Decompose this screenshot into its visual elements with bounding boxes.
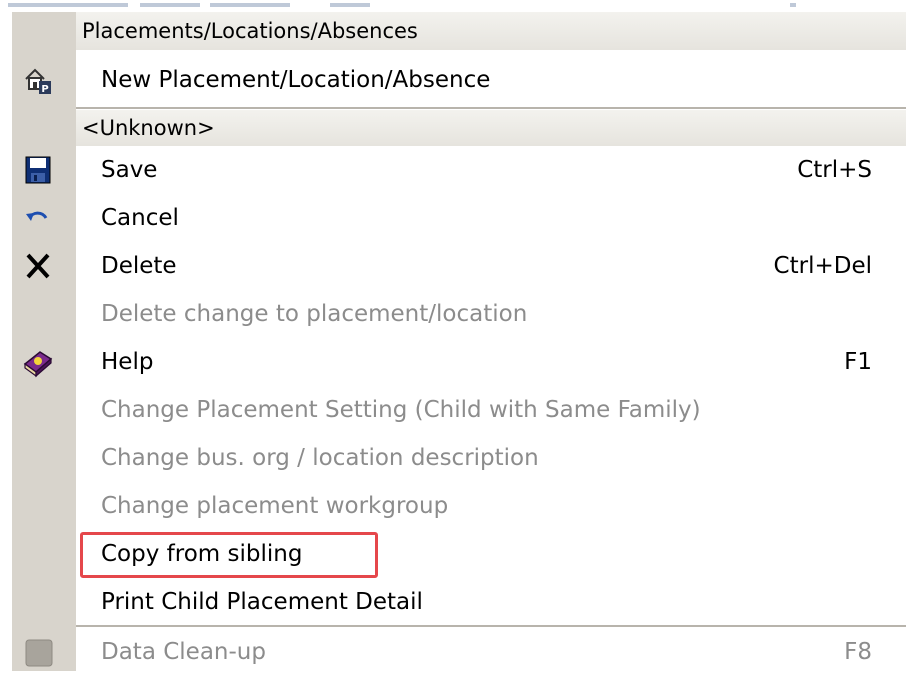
menu-item-save-label: Save <box>101 157 158 183</box>
menu-item-change-bus-org-label: Change bus. org / location description <box>101 445 539 471</box>
menu-item-change-workgroup-label: Change placement workgroup <box>101 493 449 519</box>
gray-square-icon <box>20 634 56 670</box>
menu-item-delete-change-label: Delete change to placement/location <box>101 301 528 327</box>
undo-icon <box>20 200 56 236</box>
menu-item-print-detail-label: Print Child Placement Detail <box>101 589 423 615</box>
delete-x-icon <box>20 248 56 284</box>
menu-item-cancel[interactable]: Cancel <box>76 194 906 242</box>
menu-item-new-placement[interactable]: New Placement/Location/Absence <box>76 56 906 104</box>
section-header-placements-label: Placements/Locations/Absences <box>82 19 418 43</box>
menu-item-data-cleanup-label: Data Clean-up <box>101 639 266 665</box>
section-header-placements: Placements/Locations/Absences <box>76 12 906 50</box>
outer-left-margin <box>0 12 12 671</box>
menu-item-help[interactable]: Help F1 <box>76 338 906 386</box>
menu-item-change-workgroup[interactable]: Change placement workgroup <box>76 482 906 530</box>
icon-column <box>12 12 76 671</box>
house-p-icon: P <box>20 62 56 98</box>
menu-item-change-bus-org[interactable]: Change bus. org / location description <box>76 434 906 482</box>
section-header-unknown: <Unknown> <box>76 110 906 146</box>
menu-item-delete-label: Delete <box>101 253 177 279</box>
menu-item-print-detail[interactable]: Print Child Placement Detail <box>76 578 906 626</box>
section-header-unknown-label: <Unknown> <box>82 116 215 140</box>
menu-item-change-placement-setting[interactable]: Change Placement Setting (Child with Sam… <box>76 386 906 434</box>
help-book-icon <box>20 344 56 380</box>
highlight-box <box>80 532 378 578</box>
menu-item-save-shortcut: Ctrl+S <box>797 157 872 183</box>
menu-item-help-label: Help <box>101 349 154 375</box>
menu-item-save[interactable]: Save Ctrl+S <box>76 146 906 194</box>
menu-item-data-cleanup[interactable]: Data Clean-up F8 <box>76 628 906 676</box>
menu-item-delete[interactable]: Delete Ctrl+Del <box>76 242 906 290</box>
menu-item-delete-shortcut: Ctrl+Del <box>773 253 872 279</box>
floppy-disk-icon <box>20 152 56 188</box>
menu-item-help-shortcut: F1 <box>844 349 872 375</box>
menu-item-new-placement-label: New Placement/Location/Absence <box>101 67 491 93</box>
svg-text:P: P <box>41 84 48 95</box>
menu-item-change-placement-setting-label: Change Placement Setting (Child with Sam… <box>101 397 701 423</box>
menu-item-cancel-label: Cancel <box>101 205 179 231</box>
menu-item-data-cleanup-shortcut: F8 <box>844 639 872 665</box>
menu-item-delete-change[interactable]: Delete change to placement/location <box>76 290 906 338</box>
